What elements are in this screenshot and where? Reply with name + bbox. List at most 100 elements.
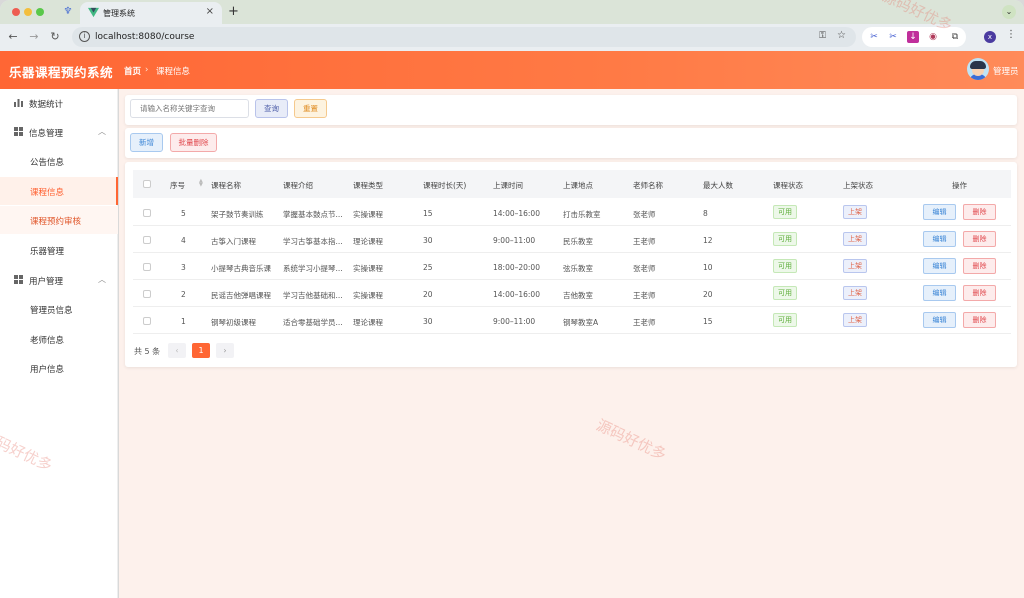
sidebar-item-label: 乐器管理 bbox=[30, 247, 65, 257]
edit-button[interactable]: 编辑 bbox=[923, 231, 956, 247]
row-checkbox[interactable] bbox=[143, 236, 151, 244]
select-all-checkbox[interactable] bbox=[143, 180, 151, 188]
site-info-icon[interactable]: i bbox=[79, 31, 90, 42]
app-header: 乐器课程预约系统 首页 › 课程信息 管理员 bbox=[0, 51, 1024, 89]
delete-button[interactable]: 删除 bbox=[963, 204, 996, 220]
delete-button[interactable]: 删除 bbox=[963, 285, 996, 301]
page-number[interactable]: 1 bbox=[192, 343, 210, 358]
cell-type: 实操课程 bbox=[353, 210, 383, 219]
cell-id: 5 bbox=[181, 209, 186, 218]
table-row: 3 小提琴古典音乐课 系统学习小提琴... 实操课程 25 18:00–20:0… bbox=[133, 253, 1011, 280]
sidebar-item-user[interactable]: 用户信息 bbox=[0, 354, 118, 382]
cell-duration: 25 bbox=[423, 263, 433, 272]
sidebar-item-label: 老师信息 bbox=[30, 336, 65, 346]
column-header: 课程时长(天) bbox=[423, 181, 467, 190]
url-text[interactable]: localhost:8080/course bbox=[95, 32, 194, 42]
row-checkbox[interactable] bbox=[143, 290, 151, 298]
maximize-window-button[interactable] bbox=[36, 8, 44, 16]
delete-button[interactable]: 删除 bbox=[963, 258, 996, 274]
row-checkbox[interactable] bbox=[143, 263, 151, 271]
tab-active[interactable]: 管理系统 × bbox=[80, 2, 222, 24]
sidebar-item-label: 用户信息 bbox=[30, 365, 65, 375]
cell-name: 小提琴古典音乐课 bbox=[211, 264, 271, 273]
row-checkbox[interactable] bbox=[143, 209, 151, 217]
sidebar-group-info[interactable]: 信息管理 ︿ bbox=[0, 118, 118, 146]
sidebar-item-label: 课程信息 bbox=[30, 188, 65, 198]
user-name[interactable]: 管理员 bbox=[993, 65, 1019, 77]
forward-icon[interactable]: → bbox=[27, 30, 41, 43]
cut-extension-icon[interactable]: ✂ bbox=[887, 31, 899, 43]
status-badge: 可用 bbox=[773, 232, 797, 246]
shelf-badge: 上架 bbox=[843, 232, 867, 246]
column-header: 上课地点 bbox=[563, 181, 593, 190]
bookmark-star-icon[interactable]: ☆ bbox=[837, 30, 846, 41]
sort-icon[interactable]: ▲ ▼ bbox=[199, 179, 203, 188]
cell-intro: 掌握基本鼓点节... bbox=[283, 210, 343, 219]
user-avatar[interactable] bbox=[967, 58, 989, 80]
edit-button[interactable]: 编辑 bbox=[923, 204, 956, 220]
sidebar-item-admin[interactable]: 管理员信息 bbox=[0, 295, 118, 323]
delete-button[interactable]: 删除 bbox=[963, 312, 996, 328]
chrome-menu-icon[interactable]: ⋮ bbox=[1006, 29, 1016, 40]
table-row: 5 架子鼓节奏训练 掌握基本鼓点节... 实操课程 15 14:00–16:00… bbox=[133, 199, 1011, 226]
query-button[interactable]: 查询 bbox=[255, 99, 288, 118]
sidebar-item-instrument[interactable]: 乐器管理 bbox=[0, 236, 118, 264]
course-table: 序号 ▲ ▼ 课程名称 课程介绍 课程类型 课程时长(天) 上课时间 上课地点 老… bbox=[125, 162, 1017, 367]
column-header: 课程类型 bbox=[353, 181, 383, 190]
pinned-tab-icon[interactable]: ♆ bbox=[62, 6, 74, 18]
cell-id: 3 bbox=[181, 263, 186, 272]
sidebar-item-statistics[interactable]: 数据统计 bbox=[0, 89, 118, 117]
reset-button[interactable]: 重置 bbox=[294, 99, 327, 118]
sidebar-item-course[interactable]: 课程信息 bbox=[0, 177, 118, 205]
column-header: 上架状态 bbox=[843, 181, 873, 190]
column-header: 课程名称 bbox=[211, 181, 241, 190]
cell-teacher: 王老师 bbox=[633, 318, 656, 327]
breadcrumb-separator-icon: › bbox=[145, 65, 149, 75]
sidebar-group-users[interactable]: 用户管理 ︿ bbox=[0, 266, 118, 294]
prev-page-icon[interactable]: ‹ bbox=[168, 343, 186, 358]
camera-extension-icon[interactable]: ◉ bbox=[927, 31, 939, 43]
download-extension-icon[interactable]: ↓ bbox=[907, 31, 919, 43]
column-header[interactable]: 序号 bbox=[170, 180, 185, 191]
breadcrumb-home[interactable]: 首页 bbox=[124, 65, 141, 77]
cell-duration: 15 bbox=[423, 209, 433, 218]
address-bar[interactable]: i localhost:8080/course ⚿ ☆ bbox=[72, 27, 856, 47]
cell-max: 20 bbox=[703, 290, 713, 299]
reload-icon[interactable]: ↻ bbox=[48, 30, 62, 43]
cell-type: 实操课程 bbox=[353, 264, 383, 273]
cell-duration: 20 bbox=[423, 290, 433, 299]
delete-button[interactable]: 删除 bbox=[963, 231, 996, 247]
cell-teacher: 王老师 bbox=[633, 291, 656, 300]
next-page-icon[interactable]: › bbox=[216, 343, 234, 358]
status-badge: 可用 bbox=[773, 313, 797, 327]
puzzle-extensions-icon[interactable]: ⧉ bbox=[949, 31, 961, 43]
cell-id: 4 bbox=[181, 236, 186, 245]
minimize-window-button[interactable] bbox=[24, 8, 32, 16]
column-header: 上课时间 bbox=[493, 181, 523, 190]
vue-logo-icon bbox=[88, 7, 99, 18]
sidebar-item-teacher[interactable]: 老师信息 bbox=[0, 325, 118, 353]
tab-search-icon[interactable]: ⌄ bbox=[1002, 5, 1016, 19]
cell-name: 古筝入门课程 bbox=[211, 237, 256, 246]
search-input[interactable] bbox=[130, 99, 249, 118]
edit-button[interactable]: 编辑 bbox=[923, 312, 956, 328]
new-tab-icon[interactable]: + bbox=[228, 4, 239, 19]
sidebar-item-notice[interactable]: 公告信息 bbox=[0, 147, 118, 175]
close-window-button[interactable] bbox=[12, 8, 20, 16]
batch-delete-button[interactable]: 批量删除 bbox=[170, 133, 217, 152]
edit-button[interactable]: 编辑 bbox=[923, 285, 956, 301]
profile-avatar[interactable]: x bbox=[984, 31, 996, 43]
cell-name: 架子鼓节奏训练 bbox=[211, 210, 264, 219]
cell-intro: 系统学习小提琴... bbox=[283, 264, 343, 273]
cell-type: 理论课程 bbox=[353, 237, 383, 246]
password-key-icon[interactable]: ⚿ bbox=[819, 31, 826, 41]
sidebar-item-label: 数据统计 bbox=[29, 100, 64, 110]
sidebar-item-reservation-review[interactable]: 课程预约审核 bbox=[0, 206, 118, 234]
row-checkbox[interactable] bbox=[143, 317, 151, 325]
back-icon[interactable]: ← bbox=[6, 30, 20, 43]
cell-id: 2 bbox=[181, 290, 186, 299]
tab-close-icon[interactable]: × bbox=[206, 6, 214, 17]
add-button[interactable]: 新增 bbox=[130, 133, 163, 152]
edit-button[interactable]: 编辑 bbox=[923, 258, 956, 274]
scissors-extension-icon[interactable]: ✂ bbox=[868, 31, 880, 43]
